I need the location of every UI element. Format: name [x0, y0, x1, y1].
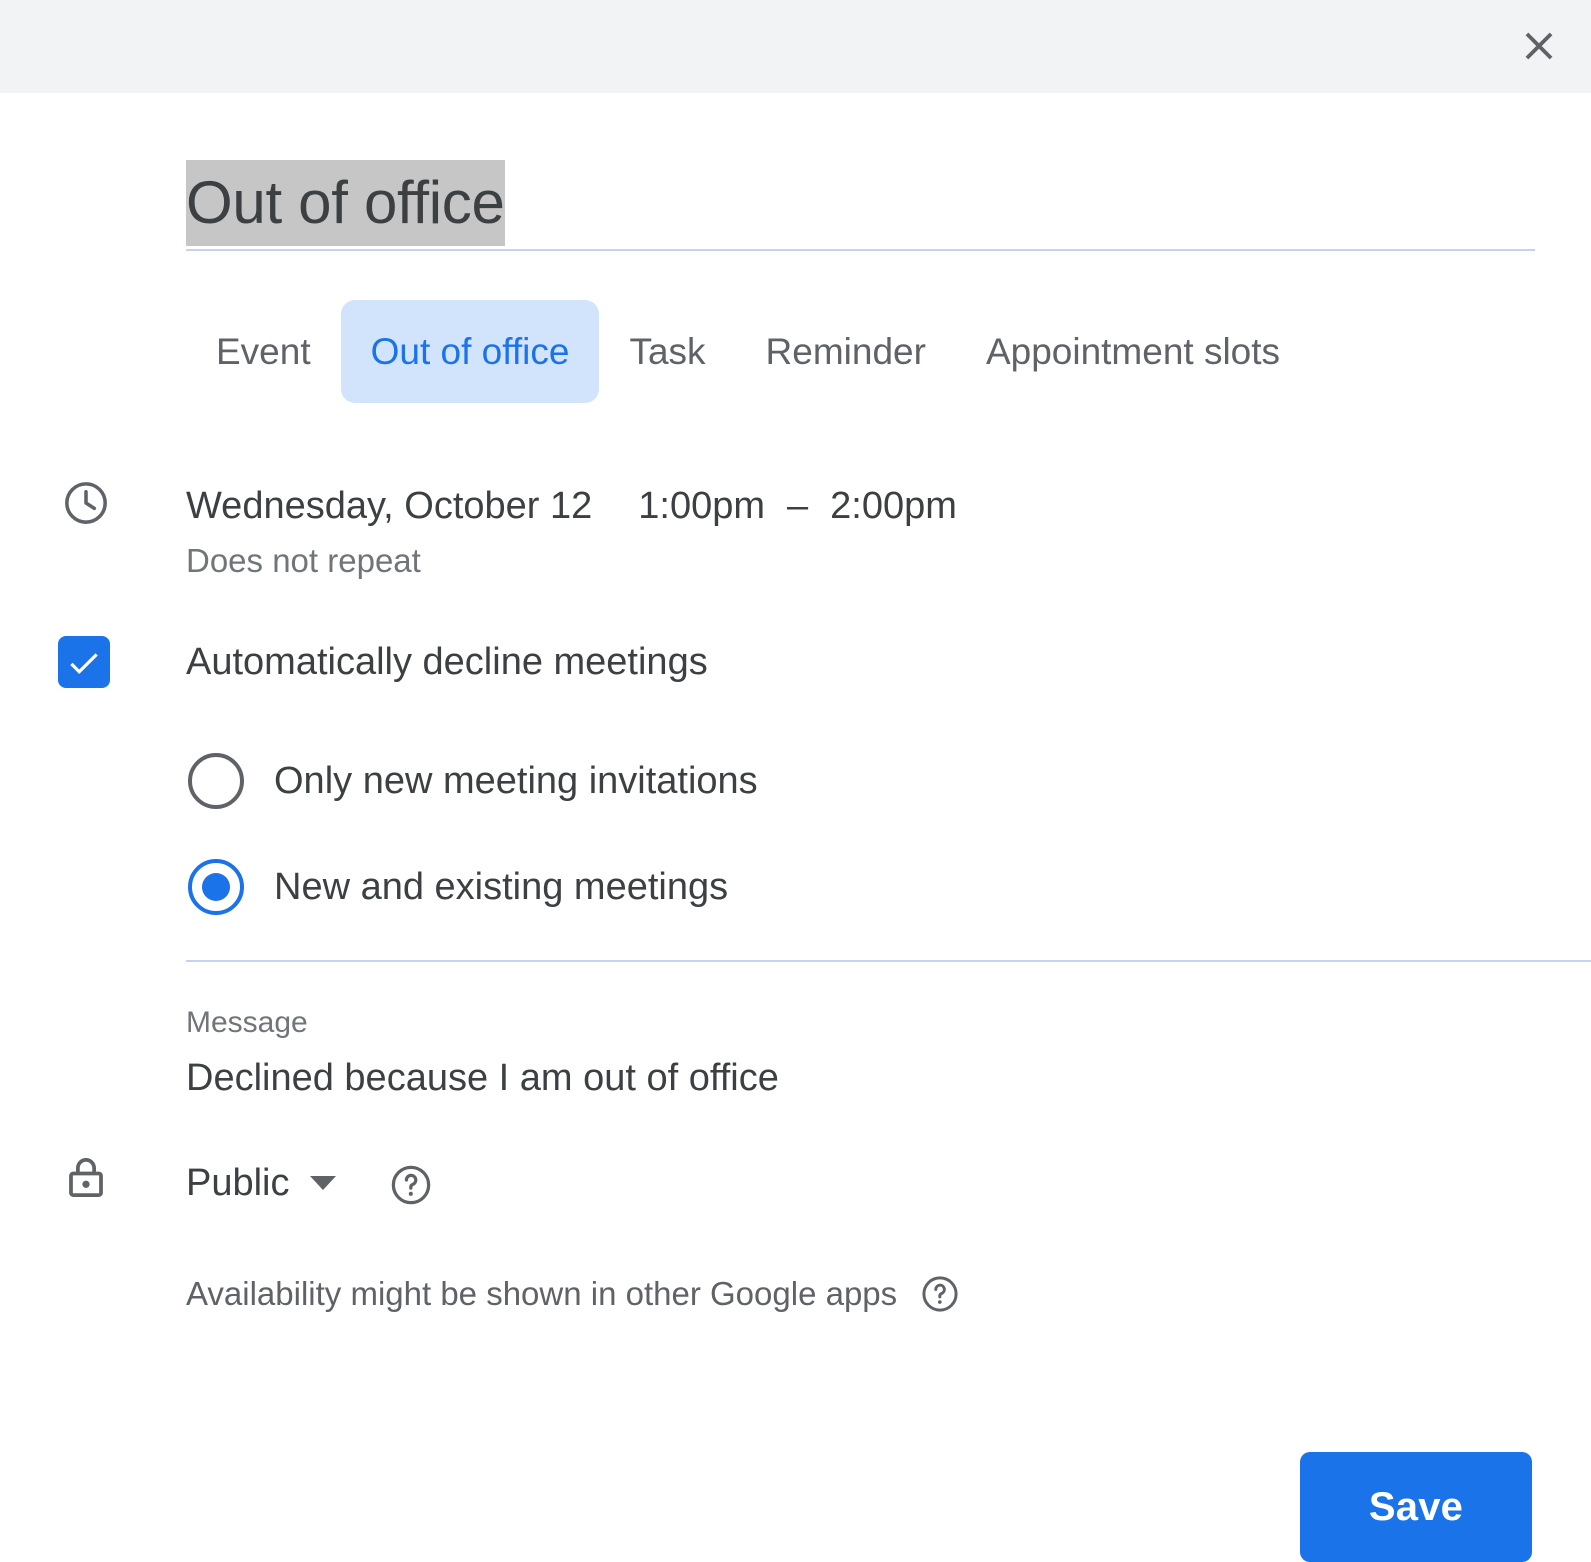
decline-message-label: Message: [186, 1002, 1486, 1044]
page-title[interactable]: Out of office: [186, 160, 505, 246]
auto-decline-label[interactable]: Automatically decline meetings: [186, 630, 708, 694]
tab-reminder[interactable]: Reminder: [736, 300, 956, 403]
chevron-down-icon: [310, 1176, 336, 1190]
auto-decline-row: Automatically decline meetings: [0, 630, 1591, 694]
close-icon-glyph: [1516, 23, 1562, 69]
radio-new-and-existing-label[interactable]: New and existing meetings: [274, 856, 728, 918]
clock-icon: [58, 478, 114, 528]
decline-message-input[interactable]: Declined because I am out of office: [186, 1052, 1486, 1104]
event-type-tabs: Event Out of office Task Reminder Appoin…: [186, 300, 1310, 403]
section-divider: [186, 960, 1591, 962]
decline-scope-option-new: Only new meeting invitations: [0, 750, 1591, 814]
radio-new-and-existing[interactable]: [188, 859, 244, 915]
save-button[interactable]: Save: [1300, 1452, 1532, 1562]
radio-only-new-invitations[interactable]: [188, 753, 244, 809]
schedule-time-separator: –: [787, 478, 808, 534]
availability-help-icon[interactable]: [919, 1273, 961, 1315]
decline-message-block: Message Declined because I am out of off…: [186, 1002, 1486, 1104]
visibility-value: Public: [186, 1152, 290, 1214]
help-circle-icon: [388, 1162, 434, 1208]
decline-scope-option-all: New and existing meetings: [0, 856, 1591, 920]
auto-decline-checkbox[interactable]: [58, 636, 110, 688]
tab-task[interactable]: Task: [599, 300, 735, 403]
availability-text: Availability might be shown in other Goo…: [186, 1270, 897, 1318]
visibility-row: Public: [0, 1152, 1591, 1214]
tab-out-of-office[interactable]: Out of office: [341, 300, 600, 403]
out-of-office-dialog: Out of office Event Out of office Task R…: [0, 0, 1591, 1562]
schedule-start-time[interactable]: 1:00pm: [638, 478, 765, 534]
checkmark-icon: [65, 643, 103, 681]
schedule-datetime: Wednesday, October 12 1:00pm – 2:00pm: [186, 478, 957, 534]
visibility-help-icon[interactable]: [388, 1162, 434, 1213]
availability-note: Availability might be shown in other Goo…: [186, 1270, 961, 1318]
visibility-dropdown[interactable]: Public: [186, 1152, 336, 1214]
lock-icon: [58, 1152, 114, 1202]
help-circle-icon: [919, 1273, 961, 1315]
close-icon[interactable]: [1503, 10, 1575, 82]
clock-icon-glyph: [61, 478, 111, 528]
radio-only-new-invitations-label[interactable]: Only new meeting invitations: [274, 750, 758, 812]
event-title-field[interactable]: Out of office: [186, 160, 1535, 246]
schedule-row: Wednesday, October 12 1:00pm – 2:00pm Do…: [0, 478, 1591, 598]
title-underline: [186, 249, 1535, 251]
schedule-date[interactable]: Wednesday, October 12: [186, 478, 592, 534]
tab-appointment-slots[interactable]: Appointment slots: [956, 300, 1310, 403]
tab-event[interactable]: Event: [186, 300, 341, 403]
schedule-end-time[interactable]: 2:00pm: [830, 478, 957, 534]
dialog-header: [0, 0, 1591, 93]
lock-icon-glyph: [61, 1152, 111, 1202]
schedule-recurrence[interactable]: Does not repeat: [186, 536, 421, 586]
